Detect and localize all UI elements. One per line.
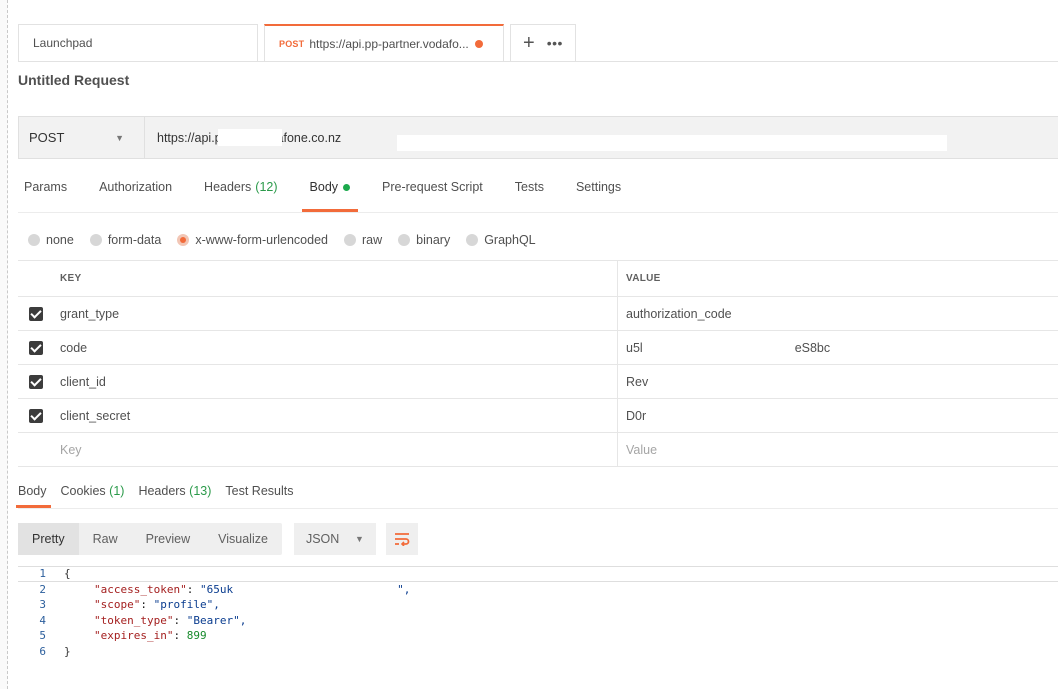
- radio-selected-icon: [177, 234, 190, 246]
- wrap-lines-icon: [394, 533, 410, 546]
- tab-bar: Launchpad POST https://api.pp-partner.vo…: [18, 24, 576, 61]
- wrap-lines-button[interactable]: [385, 523, 418, 555]
- request-title[interactable]: Untitled Request: [18, 72, 129, 88]
- tab-label: https://api.pp-partner.vodafo...: [309, 36, 469, 51]
- radio-binary[interactable]: binary: [398, 233, 450, 247]
- response-tab-body[interactable]: Body: [16, 484, 50, 508]
- table-row: code u5l eS8bc: [18, 331, 1058, 365]
- code-line: 6 }: [39, 644, 71, 658]
- key-column-header: KEY: [54, 261, 618, 296]
- tab-launchpad[interactable]: Launchpad: [18, 24, 258, 61]
- headers-count: (12): [255, 180, 278, 194]
- radio-icon: [89, 234, 102, 246]
- code-line: 1 {: [18, 566, 1058, 582]
- tab-body[interactable]: Body: [301, 178, 358, 212]
- tab-post-request[interactable]: POST https://api.pp-partner.vodafo...: [264, 24, 504, 61]
- redaction: [218, 128, 282, 146]
- request-tabs-divider: [18, 212, 1058, 213]
- response-tab-test-results[interactable]: Test Results: [225, 484, 293, 508]
- row-checkbox[interactable]: [29, 408, 43, 423]
- tab-method: POST: [279, 38, 305, 49]
- radio-raw[interactable]: raw: [344, 233, 382, 247]
- tab-pre-request-script[interactable]: Pre-request Script: [382, 178, 483, 212]
- value-cell[interactable]: authorization_code: [618, 297, 1058, 330]
- row-checkbox[interactable]: [29, 340, 43, 355]
- tab-controls: + •••: [510, 24, 576, 61]
- radio-icon: [28, 234, 40, 246]
- radio-none[interactable]: none: [28, 233, 74, 247]
- tab-settings[interactable]: Settings: [576, 178, 621, 212]
- radio-graphql[interactable]: GraphQL: [466, 233, 536, 247]
- window-edge: [0, 0, 8, 689]
- view-visualize[interactable]: Visualize: [204, 523, 282, 555]
- tab-label: Launchpad: [33, 36, 93, 50]
- code-line: 5 "expires_in": 899: [39, 629, 207, 643]
- chevron-down-icon: ▼: [115, 132, 124, 143]
- redaction: [397, 134, 947, 151]
- code-line: 3 "scope": "profile",: [39, 598, 220, 612]
- radio-icon: [398, 234, 411, 246]
- table-row-new: Key Value: [18, 433, 1058, 467]
- view-preview[interactable]: Preview: [132, 523, 204, 555]
- radio-x-www-form-urlencoded[interactable]: x-www-form-urlencoded: [177, 233, 328, 247]
- value-cell[interactable]: Rev: [618, 365, 1058, 398]
- tab-authorization[interactable]: Authorization: [99, 178, 172, 212]
- code-line: 2 "access_token": "65uk ",: [39, 582, 411, 596]
- response-tab-headers[interactable]: Headers (13): [138, 484, 211, 508]
- value-cell[interactable]: D0r: [618, 399, 1058, 432]
- response-body[interactable]: 1 { 2 "access_token": "65uk ", 3 "scope":…: [18, 566, 1058, 659]
- response-tabs: Body Cookies (1) Headers (13) Test Resul…: [16, 484, 308, 508]
- tab-headers[interactable]: Headers (12): [204, 178, 277, 212]
- radio-form-data[interactable]: form-data: [89, 233, 161, 247]
- key-cell[interactable]: client_id: [54, 365, 618, 398]
- row-checkbox[interactable]: [29, 306, 43, 321]
- value-column-header: VALUE: [626, 273, 661, 284]
- table-row: grant_type authorization_code: [18, 297, 1058, 331]
- response-tab-cookies[interactable]: Cookies (1): [61, 484, 125, 508]
- method-value: POST: [29, 130, 65, 145]
- request-bar: POST ▼ https://api.p___er.vodafone.co.nz: [18, 116, 1058, 159]
- more-tabs-icon[interactable]: •••: [547, 36, 563, 50]
- tab-tests[interactable]: Tests: [515, 178, 544, 212]
- table-row: client_id Rev: [18, 365, 1058, 399]
- new-tab-plus-icon[interactable]: +: [523, 33, 535, 53]
- view-raw[interactable]: Raw: [79, 523, 132, 555]
- tab-params[interactable]: Params: [24, 178, 67, 212]
- body-type-radios: none form-data x-www-form-urlencoded raw…: [28, 233, 552, 247]
- unsaved-dot-icon: [474, 39, 483, 48]
- view-mode-group: Pretty Raw Preview Visualize: [18, 523, 282, 555]
- chevron-down-icon: ▼: [355, 534, 364, 544]
- key-cell[interactable]: code: [54, 331, 618, 364]
- format-select[interactable]: JSON ▼: [293, 523, 376, 555]
- params-table: KEY VALUE grant_type authorization_code …: [18, 260, 1058, 467]
- row-checkbox[interactable]: [29, 374, 43, 389]
- tabbar-divider: [18, 61, 1058, 62]
- url-value: https://api.p___er.vodafone.co.nz: [157, 128, 947, 151]
- key-cell[interactable]: grant_type: [54, 297, 618, 330]
- table-header: KEY VALUE: [18, 261, 1058, 297]
- view-pretty[interactable]: Pretty: [18, 523, 79, 555]
- table-row: client_secret D0r: [18, 399, 1058, 433]
- value-tail: eS8bc: [794, 340, 831, 355]
- url-input[interactable]: https://api.p___er.vodafone.co.nz: [145, 117, 1058, 158]
- method-select[interactable]: POST ▼: [19, 117, 145, 158]
- key-placeholder[interactable]: Key: [54, 433, 618, 466]
- key-cell[interactable]: client_secret: [54, 399, 618, 432]
- code-line: 4 "token_type": "Bearer",: [39, 613, 247, 627]
- request-tabs: Params Authorization Headers (12) Body Pr…: [24, 178, 653, 212]
- radio-icon: [344, 234, 356, 246]
- response-tabs-divider: [18, 508, 1058, 509]
- body-active-dot-icon: [343, 184, 351, 191]
- response-view-bar: Pretty Raw Preview Visualize JSON ▼: [18, 523, 418, 555]
- value-placeholder[interactable]: Value: [618, 433, 1058, 466]
- radio-icon: [466, 234, 479, 246]
- value-cell[interactable]: u5l eS8bc: [618, 331, 1058, 364]
